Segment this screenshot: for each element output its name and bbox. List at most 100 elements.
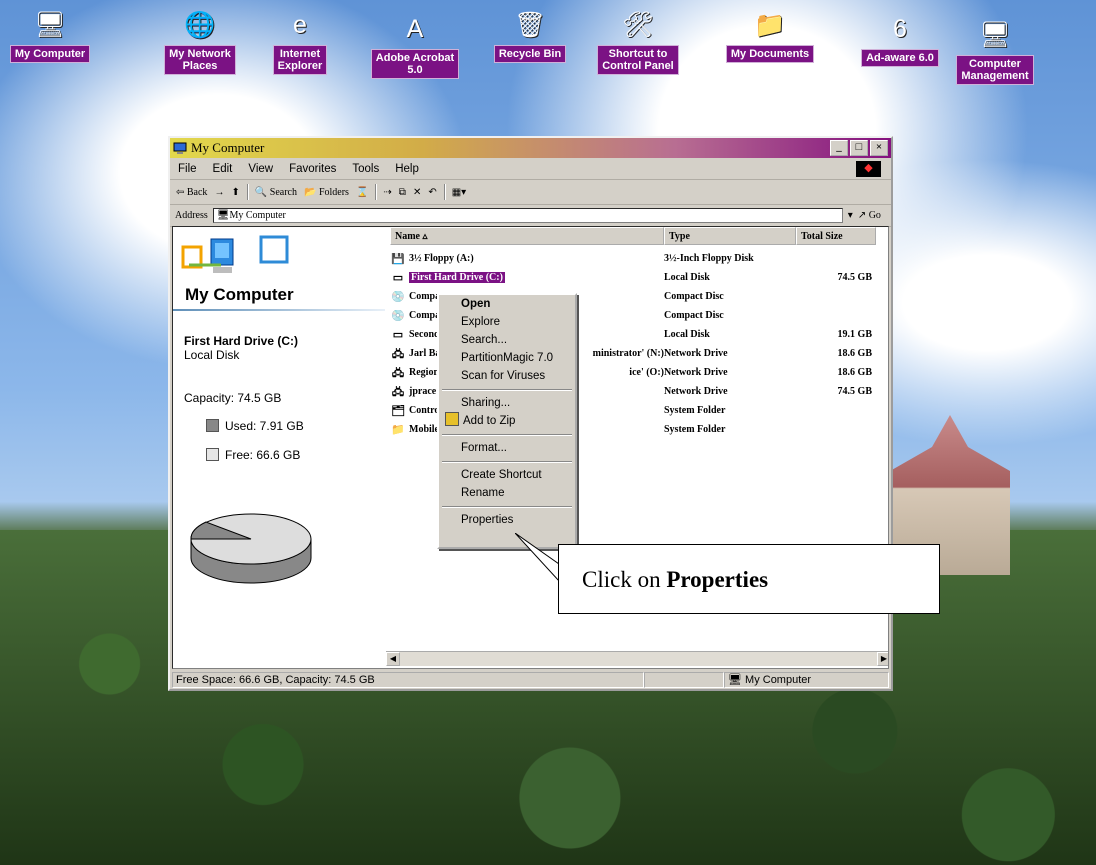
left-pane-title: My Computer	[185, 285, 294, 304]
callout-action: Properties	[666, 567, 769, 592]
free-space-legend: Free: 66.6 GB	[206, 448, 300, 462]
column-total-size-header[interactable]: Total Size	[796, 227, 876, 245]
window-titlebar[interactable]: My Computer _ □ ×	[170, 138, 891, 158]
used-space-color-swatch	[206, 419, 219, 432]
desktop-icon-label: My Computer	[9, 45, 91, 63]
file-row[interactable]: 💾 3½ Floppy (A:) 3½-Inch Floppy Disk	[390, 249, 878, 268]
desktop-icon-shortcut-to-control-panel[interactable]: 🛠 Shortcut to Control Panel	[593, 8, 683, 75]
drive-icon: 🖧	[391, 366, 405, 379]
context-menu-item-rename[interactable]: Rename	[439, 484, 575, 502]
context-menu-item-sharing[interactable]: Sharing...	[439, 394, 575, 412]
column-type-header[interactable]: Type	[664, 227, 796, 245]
menu-view[interactable]: View	[248, 163, 273, 175]
context-menu-item-open[interactable]: Open	[439, 295, 575, 313]
desktop-icon-recycle-bin[interactable]: 🗑 Recycle Bin	[485, 8, 575, 63]
menu-help[interactable]: Help	[395, 163, 419, 175]
desktop-icon-ad-aware-60[interactable]: 6 Ad-aware 6.0	[855, 12, 945, 67]
file-name: 3½ Floppy (A:)	[409, 253, 474, 264]
file-name: Mobile	[409, 424, 439, 435]
toolbar-separator	[443, 184, 445, 200]
views-icon[interactable]: ▦▾	[452, 187, 466, 198]
undo-icon[interactable]: ↶	[428, 187, 436, 198]
back-button[interactable]: ⇦ Back	[176, 187, 207, 198]
address-value: My Computer	[229, 210, 286, 221]
disk-usage-pie-chart	[190, 513, 312, 584]
file-name: Second	[409, 329, 440, 340]
delete-icon[interactable]: ✕	[413, 187, 421, 198]
menu-file[interactable]: File	[178, 163, 197, 175]
desktop-icon-my-documents[interactable]: 📁 My Documents	[725, 8, 815, 63]
details-pane: My Computer First Hard Drive (C:) Local …	[173, 227, 385, 668]
drive-icon: 🖧	[391, 385, 405, 398]
file-type: Local Disk	[664, 329, 710, 340]
left-pane-divider	[173, 309, 385, 311]
file-type: Network Drive	[664, 386, 728, 397]
search-button[interactable]: 🔍 Search	[255, 187, 297, 198]
desktop-icon-internet-explorer[interactable]: e Internet Explorer	[255, 8, 345, 75]
scroll-left-button[interactable]: ◀	[386, 652, 400, 666]
computer-icon	[173, 142, 187, 154]
drive-icon: 🗂	[391, 404, 405, 417]
horizontal-scrollbar[interactable]: ◀ ▶	[386, 651, 888, 666]
file-type: System Folder	[664, 405, 726, 416]
toolbar-separator	[375, 184, 377, 200]
minimize-button[interactable]: _	[830, 140, 848, 156]
scroll-right-button[interactable]: ▶	[877, 652, 888, 666]
desktop-shortcut-icon: 6	[893, 15, 907, 43]
move-to-icon[interactable]: ⇢	[383, 187, 391, 198]
history-icon[interactable]: ⌛	[356, 187, 368, 198]
up-folder-icon[interactable]: ⬆	[231, 187, 239, 198]
window-title: My Computer	[191, 140, 265, 155]
desktop-icon-computer-management[interactable]: 🖥 Computer Management	[950, 18, 1040, 85]
desktop-icon-label: Internet Explorer	[272, 45, 328, 75]
context-menu-separator	[442, 434, 572, 435]
my-computer-large-icon	[181, 235, 289, 273]
desktop-shortcut-icon: 📁	[754, 11, 786, 39]
file-name: Compa	[409, 291, 441, 302]
desktop-icon-my-network-places[interactable]: 🌐 My Network Places	[155, 8, 245, 75]
context-menu[interactable]: Open Explore Search... PartitionMagic 7.0 Sc…	[437, 293, 577, 549]
go-button[interactable]: ↗ Go	[858, 210, 881, 221]
column-name-header[interactable]: Name ▵	[390, 227, 664, 245]
context-menu-item-create-shortcut[interactable]: Create Shortcut	[439, 466, 575, 484]
file-row[interactable]: ▭ First Hard Drive (C:) Local Disk 74.5 GB	[390, 268, 878, 287]
context-menu-item-partitionmagic-7-0[interactable]: PartitionMagic 7.0	[439, 349, 575, 367]
address-label: Address	[175, 210, 208, 221]
desktop-shortcut-icon: 🗑	[514, 11, 546, 39]
desktop-icon-label: Computer Management	[956, 55, 1034, 85]
standard-toolbar: ⇦ Back → ⬆ 🔍 Search 📂 Folders ⌛ ⇢ ⧉ ✕ ↶ …	[170, 180, 891, 205]
drive-icon: 📁	[391, 423, 405, 436]
desktop-icon-my-computer[interactable]: 🖥 My Computer	[5, 8, 95, 63]
free-space-text: Free: 66.6 GB	[225, 448, 301, 462]
menu-tools[interactable]: Tools	[352, 163, 379, 175]
close-button[interactable]: ×	[870, 140, 888, 156]
maximize-button[interactable]: □	[850, 140, 868, 156]
context-menu-item-explore[interactable]: Explore	[439, 313, 575, 331]
context-menu-item-format[interactable]: Format...	[439, 439, 575, 457]
menu-favorites[interactable]: Favorites	[289, 163, 336, 175]
context-menu-item-add-to-zip[interactable]: Add to Zip	[439, 412, 575, 430]
address-field[interactable]: 🖥 My Computer	[212, 208, 843, 223]
folders-button[interactable]: 📂 Folders	[304, 187, 349, 198]
context-menu-item-search[interactable]: Search...	[439, 331, 575, 349]
drive-icon: 💿	[391, 290, 405, 303]
file-type: System Folder	[664, 424, 726, 435]
file-total-size: 74.5 GB	[837, 386, 872, 397]
file-total-size: 18.6 GB	[837, 367, 872, 378]
status-empty-cell	[644, 672, 724, 688]
context-menu-item-scan-for-viruses[interactable]: Scan for Viruses	[439, 367, 575, 385]
desktop-icon-adobe-acrobat-50[interactable]: A Adobe Acrobat 5.0	[370, 12, 460, 79]
context-menu-label: Add to Zip	[463, 415, 516, 427]
selected-drive-title: First Hard Drive (C:)	[184, 334, 299, 348]
menu-edit[interactable]: Edit	[213, 163, 233, 175]
forward-button[interactable]: →	[214, 187, 224, 198]
context-menu-separator	[442, 461, 572, 462]
desktop-icon-label: My Documents	[725, 45, 815, 63]
context-menu-separator	[442, 389, 572, 390]
desktop-icon-label: My Network Places	[164, 45, 236, 75]
desktop-icon-label: Recycle Bin	[493, 45, 567, 63]
file-list-header: Name ▵ Type Total Size	[390, 227, 888, 245]
address-dropdown-icon[interactable]: ▾	[848, 210, 853, 221]
copy-to-icon[interactable]: ⧉	[399, 187, 406, 198]
context-menu-item-properties[interactable]: Properties	[439, 511, 575, 529]
